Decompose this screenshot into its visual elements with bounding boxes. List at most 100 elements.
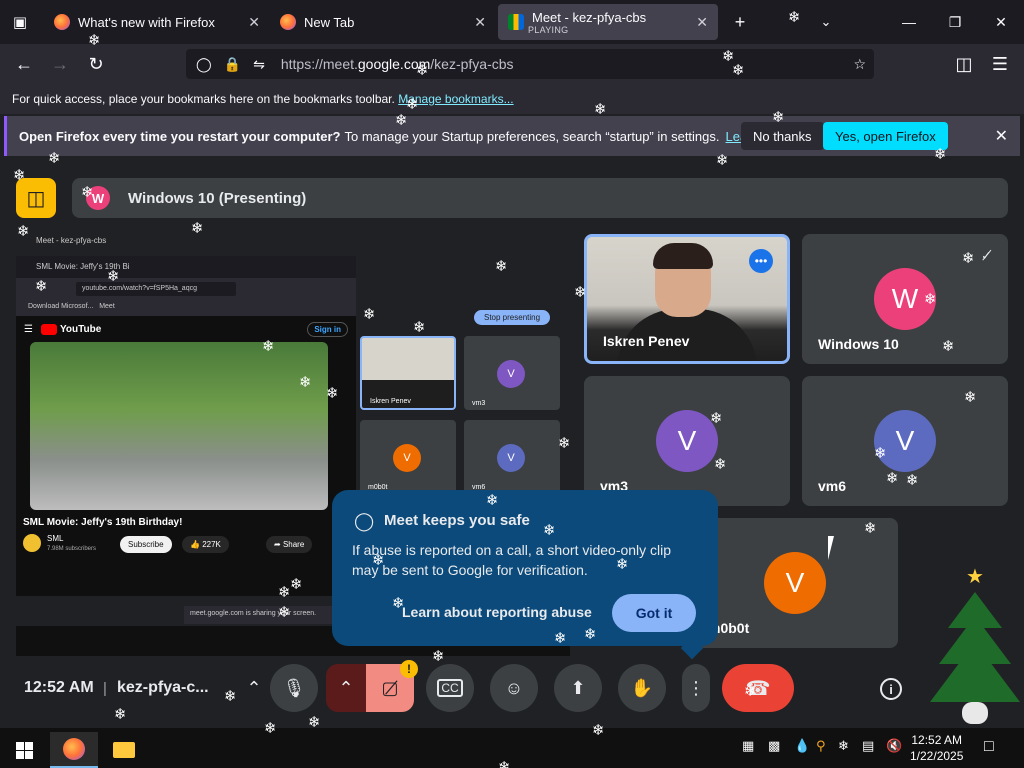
notification-close-icon[interactable]: ✕ — [995, 126, 1008, 146]
microphone-icon: 🎙 — [282, 677, 306, 698]
bookmarks-hint: For quick access, place your bookmarks h… — [12, 92, 395, 106]
mini-tile-m0b0t: V m0b0t — [360, 420, 456, 494]
windows-start-icon[interactable] — [0, 732, 48, 768]
star-icon: ★ — [966, 566, 984, 588]
popup-title: Meet keeps you safe — [384, 512, 530, 529]
leave-call-button[interactable]: ☎ — [722, 664, 794, 712]
maximize-icon[interactable]: ❐ — [932, 0, 978, 44]
tab-new-tab[interactable]: New Tab ✕ — [270, 4, 496, 40]
mouse-cursor-icon — [828, 536, 842, 560]
window-close-icon[interactable]: ✕ — [978, 0, 1024, 44]
youtube-header: ☰ YouTube Sign in — [16, 316, 356, 342]
shared-meet-tab: Meet - kez-pfya-cbs — [36, 236, 107, 245]
taskbar-file-explorer-icon[interactable] — [100, 732, 148, 768]
firefox-icon — [54, 14, 70, 30]
meeting-info-icon[interactable]: i — [880, 678, 902, 700]
camera-off-icon: ▢̸ — [381, 677, 399, 698]
participant-name: vm6 — [818, 478, 847, 494]
camera-warning-badge: ! — [400, 660, 418, 678]
more-options-button[interactable]: ⋮ — [682, 664, 710, 712]
tray-snow-icon[interactable]: ❄ — [838, 738, 849, 754]
got-it-button[interactable]: Got it — [612, 594, 696, 632]
notifications-icon[interactable]: □ — [984, 738, 994, 756]
mini-tile-iskren: Iskren Penev — [360, 336, 456, 410]
tile-vm3[interactable]: V vm3 — [584, 376, 790, 506]
tray-app-icon[interactable]: ▩ — [768, 738, 780, 754]
presenting-label: Windows 10 (Presenting) — [128, 189, 307, 207]
tile-m0b0t[interactable]: V m0b0t — [692, 518, 898, 648]
youtube-logo-icon — [40, 323, 57, 335]
tab-meet[interactable]: Meet - kez-pfya-cbs PLAYING ✕ — [498, 4, 718, 40]
separator: | — [103, 680, 107, 697]
mic-off-icon: ✓̸ — [981, 248, 992, 263]
tab-close-icon[interactable]: ✕ — [248, 14, 260, 31]
forward-arrow-icon[interactable]: → — [46, 50, 74, 78]
raise-hand-button[interactable]: ✋ — [618, 664, 666, 712]
tab-close-icon[interactable]: ✕ — [474, 14, 486, 31]
tab-title: New Tab — [304, 14, 355, 30]
minimize-icon[interactable]: — — [886, 0, 932, 44]
tab-close-icon[interactable]: ✕ — [696, 14, 708, 31]
yes-open-firefox-button[interactable]: Yes, open Firefox — [823, 122, 948, 150]
windows-taskbar: ▦ ▩ 💧 ⚲ ❄ ▤ 🔇 12:52 AM 1/22/2025 □ — [0, 728, 1024, 768]
participant-avatar: W — [874, 268, 936, 330]
tray-drop-icon[interactable]: 💧 — [794, 738, 810, 754]
microphone-button[interactable]: 🎙 — [270, 664, 318, 712]
taskbar-clock[interactable]: 12:52 AM 1/22/2025 — [910, 732, 963, 764]
tray-search-icon[interactable]: ⚲ — [816, 738, 826, 754]
extensions-icon[interactable]: ◫ — [950, 50, 978, 78]
audio-options-chevron-icon[interactable]: ⌃ — [240, 664, 268, 712]
reporting-abuse-link[interactable]: Learn about reporting abuse — [402, 604, 592, 620]
tab-title: Meet - kez-pfya-cbs — [532, 9, 647, 25]
back-arrow-icon[interactable]: ← — [10, 50, 38, 78]
present-button[interactable]: ⬆ — [554, 664, 602, 712]
shield-icon[interactable]: ◯ — [196, 56, 212, 73]
tile-windows-10[interactable]: W ✓̸ Windows 10 — [802, 234, 1008, 364]
taskbar-time: 12:52 AM — [911, 733, 963, 747]
firefox-view-icon[interactable]: ▣ — [6, 8, 34, 36]
youtube-brand: YouTube — [59, 323, 102, 335]
presenter-avatar: W — [86, 186, 110, 210]
present-layout-icon[interactable]: ◫ — [16, 178, 56, 218]
permissions-icon[interactable]: ⇋ — [253, 56, 265, 73]
captions-icon: CC — [437, 679, 463, 697]
taskbar-firefox-icon[interactable] — [50, 732, 98, 768]
startup-notification-bar: Open Firefox every time you restart your… — [4, 116, 1020, 156]
reload-icon[interactable]: ↻ — [82, 50, 110, 78]
network-icon[interactable]: ▤ — [862, 738, 874, 754]
meeting-code[interactable]: kez-pfya-c... — [117, 679, 209, 697]
shared-video-title: SML Movie: Jeffy's 19th Birthday! — [23, 517, 183, 528]
url-text[interactable]: https://meet.google.com/kez-pfya-cbs — [281, 56, 514, 72]
tray-app-icon[interactable]: ▦ — [742, 738, 754, 754]
notification-text: To manage your Startup preferences, sear… — [344, 128, 720, 144]
manage-bookmarks-link[interactable]: Manage bookmarks... — [398, 92, 513, 106]
reactions-button[interactable]: ☺ — [490, 664, 538, 712]
participant-name: Windows 10 — [818, 336, 899, 352]
menu-hamburger-icon[interactable]: ☰ — [986, 50, 1014, 78]
meet-control-bar: 12:52 AM | kez-pfya-c... ⌃ 🎙 ⌃ ▢̸ ! CC ☺… — [0, 660, 1024, 716]
more-vert-icon: ⋮ — [687, 677, 705, 698]
shared-share: ➦ Share — [266, 536, 313, 553]
popup-text: If abuse is reported on a call, a short … — [352, 542, 672, 578]
tab-whats-new[interactable]: What's new with Firefox ✕ — [44, 4, 270, 40]
more-options-icon[interactable]: ••• — [749, 249, 773, 273]
no-thanks-button[interactable]: No thanks — [741, 122, 824, 150]
lock-icon[interactable]: 🔒 — [224, 56, 241, 73]
tile-vm6[interactable]: V vm6 — [802, 376, 1008, 506]
taskbar-date: 1/22/2025 — [910, 749, 964, 763]
emoji-icon: ☺ — [504, 677, 524, 698]
captions-button[interactable]: CC — [426, 664, 474, 712]
shared-likes: 👍 227K — [182, 536, 229, 553]
tile-iskren-penev[interactable]: ••• Iskren Penev — [584, 234, 790, 364]
presenting-bar: W Windows 10 (Presenting) — [72, 178, 1008, 218]
volume-muted-icon[interactable]: 🔇 — [886, 738, 902, 754]
url-bar[interactable]: ◯ 🔒 ⇋ https://meet.google.com/kez-pfya-c… — [186, 49, 874, 79]
new-tab-plus-icon[interactable]: + — [726, 8, 754, 36]
video-options-chevron-icon[interactable]: ⌃ — [326, 664, 366, 712]
bookmark-star-icon[interactable]: ☆ — [853, 56, 866, 73]
shared-subscribe: Subscribe — [120, 536, 172, 553]
list-tabs-chevron-icon[interactable]: ⌄ — [812, 8, 840, 36]
shield-icon: ◯ — [354, 511, 375, 531]
mini-tile-vm3: V vm3 — [464, 336, 560, 410]
shared-video-thumbnail — [30, 342, 328, 510]
